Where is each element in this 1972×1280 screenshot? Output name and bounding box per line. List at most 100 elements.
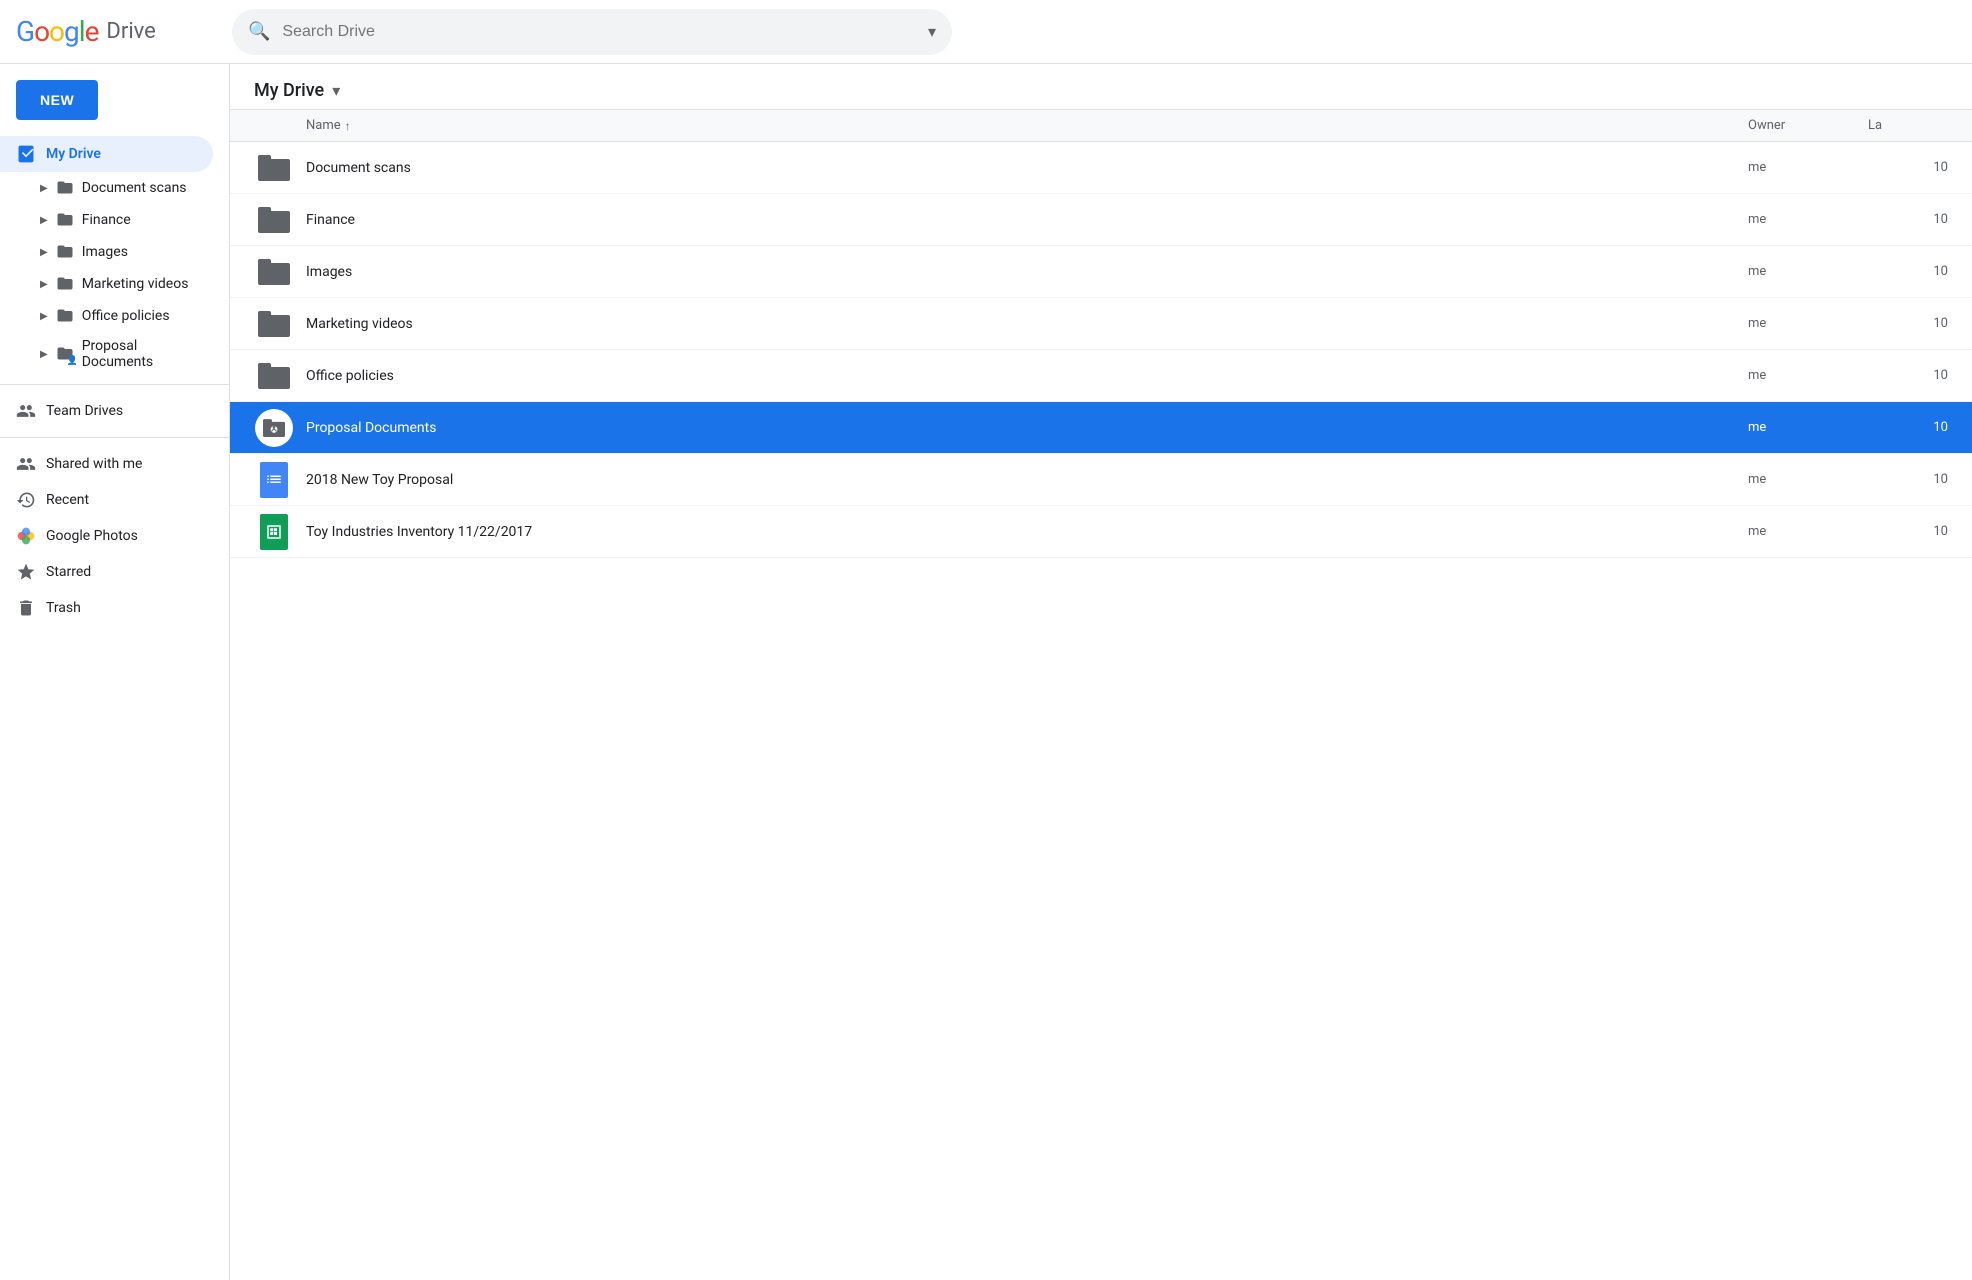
sidebar-item-trash[interactable]: Trash bbox=[0, 590, 213, 626]
file-owner-proposal: me bbox=[1748, 420, 1868, 435]
file-date-office: 10 bbox=[1868, 368, 1948, 383]
file-name-images: Images bbox=[306, 264, 1748, 280]
main-title: My Drive bbox=[254, 80, 324, 101]
chevron-right-icon-images: ▶ bbox=[40, 247, 48, 258]
file-owner-finance: me bbox=[1748, 212, 1868, 227]
file-row-proposal[interactable]: Proposal Documents me 10 bbox=[230, 402, 1972, 454]
sidebar-recent-label: Recent bbox=[46, 492, 89, 508]
main-content: My Drive ▾ Name ↑ Owner La bbox=[230, 64, 1972, 1280]
col-last-header[interactable]: La bbox=[1868, 118, 1948, 133]
file-name-office: Office policies bbox=[306, 368, 1748, 384]
file-row-toy-proposal[interactable]: 2018 New Toy Proposal me 10 bbox=[230, 454, 1972, 506]
sidebar-sub-label-proposal: Proposal Documents bbox=[82, 338, 201, 370]
file-name-finance: Finance bbox=[306, 212, 1748, 228]
sidebar-sub-label-finance: Finance bbox=[82, 212, 131, 228]
my-drive-icon bbox=[16, 144, 36, 164]
doc-icon-toy-proposal bbox=[260, 462, 288, 498]
sidebar-starred-label: Starred bbox=[46, 564, 91, 580]
sidebar-sub-item-marketing[interactable]: ▶ Marketing videos bbox=[0, 268, 213, 300]
file-owner-toy-proposal: me bbox=[1748, 472, 1868, 487]
logo-o1: o bbox=[34, 15, 49, 48]
sidebar-shared-label: Shared with me bbox=[46, 456, 142, 472]
sidebar-item-recent[interactable]: Recent bbox=[0, 482, 213, 518]
team-drives-icon bbox=[16, 401, 36, 421]
file-owner-toy-inventory: me bbox=[1748, 524, 1868, 539]
sidebar-sub-item-proposal[interactable]: ▶ 👤 Proposal Documents bbox=[0, 332, 213, 376]
sidebar-divider-1 bbox=[0, 384, 229, 385]
file-row-toy-inventory[interactable]: Toy Industries Inventory 11/22/2017 me 1… bbox=[230, 506, 1972, 558]
new-button[interactable]: NEW bbox=[16, 80, 98, 120]
file-icon-marketing bbox=[254, 304, 294, 344]
header: Google Drive 🔍 ▾ bbox=[0, 0, 1972, 64]
file-icon-toy-inventory bbox=[254, 512, 294, 552]
chevron-right-icon-office: ▶ bbox=[40, 311, 48, 322]
sidebar-sub-item-office[interactable]: ▶ Office policies bbox=[0, 300, 213, 332]
logo-e: e bbox=[85, 15, 99, 48]
col-name-header[interactable]: Name ↑ bbox=[254, 118, 1748, 133]
google-photos-icon bbox=[16, 526, 36, 546]
file-icon-document-scans bbox=[254, 148, 294, 188]
file-row-office[interactable]: Office policies me 10 bbox=[230, 350, 1972, 402]
file-row-document-scans[interactable]: Document scans me 10 bbox=[230, 142, 1972, 194]
sidebar-item-team-drives[interactable]: Team Drives bbox=[0, 393, 213, 429]
file-icon-finance bbox=[254, 200, 294, 240]
sidebar-sub-item-images[interactable]: ▶ Images bbox=[0, 236, 213, 268]
search-bar[interactable]: 🔍 ▾ bbox=[232, 9, 952, 55]
sidebar-my-drive-label: My Drive bbox=[46, 146, 101, 162]
file-list: Name ↑ Owner La Document scan bbox=[230, 110, 1972, 1280]
layout: NEW My Drive ▶ Document scans ▶ Finance bbox=[0, 64, 1972, 1280]
search-icon: 🔍 bbox=[248, 21, 270, 42]
col-owner-label: Owner bbox=[1748, 118, 1785, 133]
search-dropdown-icon[interactable]: ▾ bbox=[928, 22, 936, 41]
proposal-folder-circle bbox=[255, 409, 293, 447]
sidebar-item-google-photos[interactable]: Google Photos bbox=[0, 518, 213, 554]
title-dropdown-arrow[interactable]: ▾ bbox=[332, 81, 340, 100]
search-input[interactable] bbox=[282, 23, 916, 41]
chevron-right-icon-finance: ▶ bbox=[40, 215, 48, 226]
sidebar-sub-label-marketing: Marketing videos bbox=[82, 276, 189, 292]
sidebar-sub-item-finance[interactable]: ▶ Finance bbox=[0, 204, 213, 236]
sidebar-divider-2 bbox=[0, 437, 229, 438]
file-owner-office: me bbox=[1748, 368, 1868, 383]
sidebar: NEW My Drive ▶ Document scans ▶ Finance bbox=[0, 64, 230, 1280]
col-owner-header[interactable]: Owner bbox=[1748, 118, 1868, 133]
google-logo: Google bbox=[16, 15, 98, 48]
sidebar-item-my-drive[interactable]: My Drive bbox=[0, 136, 213, 172]
file-date-document-scans: 10 bbox=[1868, 160, 1948, 175]
sidebar-item-starred[interactable]: Starred bbox=[0, 554, 213, 590]
folder-icon-finance bbox=[56, 210, 74, 230]
file-date-proposal: 10 bbox=[1868, 420, 1948, 435]
file-date-toy-inventory: 10 bbox=[1868, 524, 1948, 539]
sidebar-trash-label: Trash bbox=[46, 600, 81, 616]
file-owner-document-scans: me bbox=[1748, 160, 1868, 175]
logo-o2: o bbox=[49, 15, 64, 48]
folder-icon-doc-scans bbox=[56, 178, 74, 198]
new-button-wrap: NEW bbox=[0, 72, 229, 136]
sort-ascending-icon: ↑ bbox=[345, 119, 351, 133]
file-owner-marketing: me bbox=[1748, 316, 1868, 331]
sidebar-sub-label-doc-scans: Document scans bbox=[82, 180, 187, 196]
file-row-images[interactable]: Images me 10 bbox=[230, 246, 1972, 298]
chevron-right-icon-marketing: ▶ bbox=[40, 279, 48, 290]
file-date-finance: 10 bbox=[1868, 212, 1948, 227]
file-row-marketing[interactable]: Marketing videos me 10 bbox=[230, 298, 1972, 350]
file-list-header: Name ↑ Owner La bbox=[230, 110, 1972, 142]
col-name-label: Name bbox=[306, 118, 341, 133]
file-name-document-scans: Document scans bbox=[306, 160, 1748, 176]
col-last-label: La bbox=[1868, 118, 1882, 133]
file-row-finance[interactable]: Finance me 10 bbox=[230, 194, 1972, 246]
sidebar-item-shared-with-me[interactable]: Shared with me bbox=[0, 446, 213, 482]
sheets-icon-toy-inventory bbox=[260, 514, 288, 550]
shared-folder-icon-proposal: 👤 bbox=[56, 344, 74, 364]
folder-icon-images bbox=[56, 242, 74, 262]
sidebar-photos-label: Google Photos bbox=[46, 528, 138, 544]
sidebar-sub-item-document-scans[interactable]: ▶ Document scans bbox=[0, 172, 213, 204]
file-name-marketing: Marketing videos bbox=[306, 316, 1748, 332]
shared-with-me-icon bbox=[16, 454, 36, 474]
folder-icon-office bbox=[56, 306, 74, 326]
file-icon-images bbox=[254, 252, 294, 292]
trash-icon bbox=[16, 598, 36, 618]
starred-icon bbox=[16, 562, 36, 582]
file-date-marketing: 10 bbox=[1868, 316, 1948, 331]
main-header: My Drive ▾ bbox=[230, 64, 1972, 110]
